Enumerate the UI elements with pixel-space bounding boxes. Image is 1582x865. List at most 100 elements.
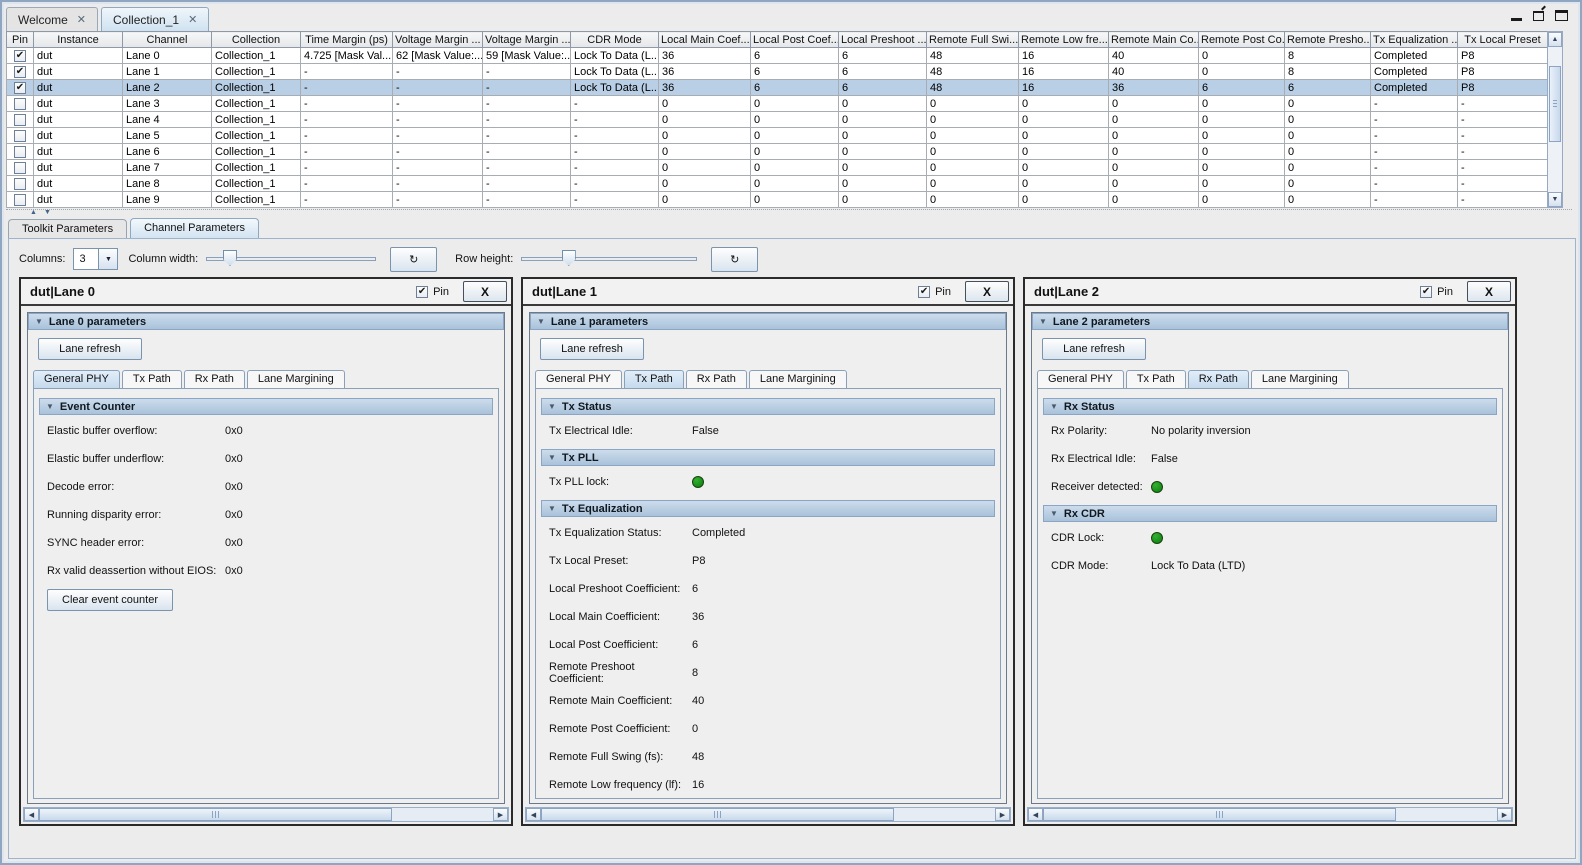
split-sash[interactable]: ▲ ▼	[6, 209, 1572, 217]
tab-lane-margining[interactable]: Lane Margining	[1251, 370, 1349, 388]
column-header[interactable]: Time Margin (ps)	[301, 32, 393, 48]
table-row[interactable]: dutLane 0Collection_14.725 [Mask Val...6…	[7, 48, 1548, 64]
table-row[interactable]: dutLane 9Collection_1----00000000--	[7, 192, 1548, 208]
section-header[interactable]: ▼Event Counter	[39, 398, 493, 415]
horizontal-scroll-thumb[interactable]	[39, 808, 392, 821]
close-icon[interactable]: ✕	[77, 13, 86, 26]
column-header[interactable]: Voltage Margin ...	[393, 32, 483, 48]
lane-parameters-header[interactable]: ▼ Lane 0 parameters	[28, 313, 504, 330]
table-row[interactable]: dutLane 4Collection_1----00000000--	[7, 112, 1548, 128]
column-width-slider[interactable]	[206, 250, 376, 268]
sash-up-icon[interactable]: ▲	[30, 209, 37, 216]
pin-checkbox[interactable]	[14, 178, 26, 190]
section-header[interactable]: ▼Tx PLL	[541, 449, 995, 466]
pin-checkbox[interactable]	[1420, 286, 1432, 298]
tab-lane-margining[interactable]: Lane Margining	[749, 370, 847, 388]
pin-checkbox[interactable]	[14, 98, 26, 110]
column-header[interactable]: CDR Mode	[571, 32, 659, 48]
scroll-down-icon[interactable]: ▼	[1548, 192, 1562, 207]
refresh-columns-button[interactable]: ↻	[390, 247, 437, 272]
editor-tab[interactable]: Collection_1✕	[101, 7, 209, 31]
collapse-icon[interactable]: ▼	[1039, 317, 1047, 326]
minimize-icon[interactable]	[1511, 18, 1522, 21]
tab-toolkit-parameters[interactable]: Toolkit Parameters	[8, 219, 127, 238]
column-header[interactable]: Remote Post Co...	[1199, 32, 1285, 48]
column-header[interactable]: Channel	[123, 32, 212, 48]
scroll-right-icon[interactable]: ▶	[1497, 808, 1512, 821]
scroll-right-icon[interactable]: ▶	[493, 808, 508, 821]
scroll-left-icon[interactable]: ◀	[24, 808, 39, 821]
pin-checkbox[interactable]	[14, 130, 26, 142]
collapse-icon[interactable]: ▼	[1050, 402, 1058, 411]
chevron-down-icon[interactable]: ▼	[98, 249, 117, 269]
slider-thumb[interactable]	[223, 250, 237, 266]
section-header[interactable]: ▼Rx Status	[1043, 398, 1497, 415]
columns-select[interactable]: 3 ▼	[73, 248, 118, 270]
panel-horizontal-scrollbar[interactable]: ◀ ▶	[525, 807, 1011, 822]
tab-tx-path[interactable]: Tx Path	[1126, 370, 1186, 388]
section-header[interactable]: ▼Tx Equalization	[541, 500, 995, 517]
table-row[interactable]: dutLane 5Collection_1----00000000--	[7, 128, 1548, 144]
column-header[interactable]: Tx Local Preset	[1458, 32, 1548, 48]
column-header[interactable]: Local Main Coef...	[659, 32, 751, 48]
pin-checkbox[interactable]	[14, 194, 26, 206]
table-row[interactable]: dutLane 3Collection_1----00000000--	[7, 96, 1548, 112]
close-panel-button[interactable]: X	[1467, 281, 1511, 302]
tab-tx-path[interactable]: Tx Path	[122, 370, 182, 388]
pin-checkbox[interactable]	[14, 162, 26, 174]
horizontal-scroll-thumb[interactable]	[1043, 808, 1396, 821]
tab-general-phy[interactable]: General PHY	[1037, 370, 1124, 388]
close-panel-button[interactable]: X	[463, 281, 507, 302]
lane-refresh-button[interactable]: Lane refresh	[38, 338, 142, 360]
scroll-up-icon[interactable]: ▲	[1548, 32, 1562, 47]
section-header[interactable]: ▼Tx Status	[541, 398, 995, 415]
table-row[interactable]: dutLane 8Collection_1----00000000--	[7, 176, 1548, 192]
restore-icon[interactable]	[1533, 11, 1544, 21]
lane-parameters-header[interactable]: ▼ Lane 2 parameters	[1032, 313, 1508, 330]
scroll-track[interactable]	[392, 808, 493, 821]
scroll-right-icon[interactable]: ▶	[995, 808, 1010, 821]
collapse-icon[interactable]: ▼	[537, 317, 545, 326]
column-header[interactable]: Instance	[34, 32, 123, 48]
column-header[interactable]: Local Post Coef...	[751, 32, 839, 48]
pin-checkbox[interactable]	[918, 286, 930, 298]
pin-checkbox[interactable]	[14, 146, 26, 158]
close-icon[interactable]: ✕	[188, 13, 197, 26]
panel-horizontal-scrollbar[interactable]: ◀ ▶	[23, 807, 509, 822]
column-header[interactable]: Remote Low fre...	[1019, 32, 1109, 48]
clear-event-counter-button[interactable]: Clear event counter	[47, 589, 173, 611]
table-row[interactable]: dutLane 6Collection_1----00000000--	[7, 144, 1548, 160]
close-panel-button[interactable]: X	[965, 281, 1009, 302]
column-header[interactable]: Tx Equalization ...	[1371, 32, 1458, 48]
collapse-icon[interactable]: ▼	[548, 453, 556, 462]
collapse-icon[interactable]: ▼	[1050, 509, 1058, 518]
section-header[interactable]: ▼Rx CDR	[1043, 505, 1497, 522]
table-row[interactable]: dutLane 7Collection_1----00000000--	[7, 160, 1548, 176]
tab-general-phy[interactable]: General PHY	[33, 370, 120, 388]
lane-refresh-button[interactable]: Lane refresh	[1042, 338, 1146, 360]
pin-checkbox[interactable]	[14, 82, 26, 94]
pin-checkbox[interactable]	[416, 286, 428, 298]
tab-general-phy[interactable]: General PHY	[535, 370, 622, 388]
panel-horizontal-scrollbar[interactable]: ◀ ▶	[1027, 807, 1513, 822]
column-header[interactable]: Local Preshoot ...	[839, 32, 927, 48]
pin-checkbox[interactable]	[14, 114, 26, 126]
table-row[interactable]: dutLane 2Collection_1---Lock To Data (L.…	[7, 80, 1548, 96]
refresh-rows-button[interactable]: ↻	[711, 247, 758, 272]
collapse-icon[interactable]: ▼	[46, 402, 54, 411]
sash-down-icon[interactable]: ▼	[44, 209, 51, 216]
column-header[interactable]: Pin	[7, 32, 34, 48]
lane-refresh-button[interactable]: Lane refresh	[540, 338, 644, 360]
vertical-scroll-thumb[interactable]	[1549, 66, 1561, 142]
tab-tx-path[interactable]: Tx Path	[624, 370, 684, 388]
editor-tab[interactable]: Welcome✕	[6, 7, 98, 31]
column-header[interactable]: Remote Full Swi...	[927, 32, 1019, 48]
collapse-icon[interactable]: ▼	[548, 402, 556, 411]
column-header[interactable]: Remote Main Co...	[1109, 32, 1199, 48]
lane-parameters-header[interactable]: ▼ Lane 1 parameters	[530, 313, 1006, 330]
column-header[interactable]: Collection	[212, 32, 301, 48]
scroll-left-icon[interactable]: ◀	[526, 808, 541, 821]
tab-rx-path[interactable]: Rx Path	[184, 370, 245, 388]
tab-lane-margining[interactable]: Lane Margining	[247, 370, 345, 388]
collapse-icon[interactable]: ▼	[35, 317, 43, 326]
